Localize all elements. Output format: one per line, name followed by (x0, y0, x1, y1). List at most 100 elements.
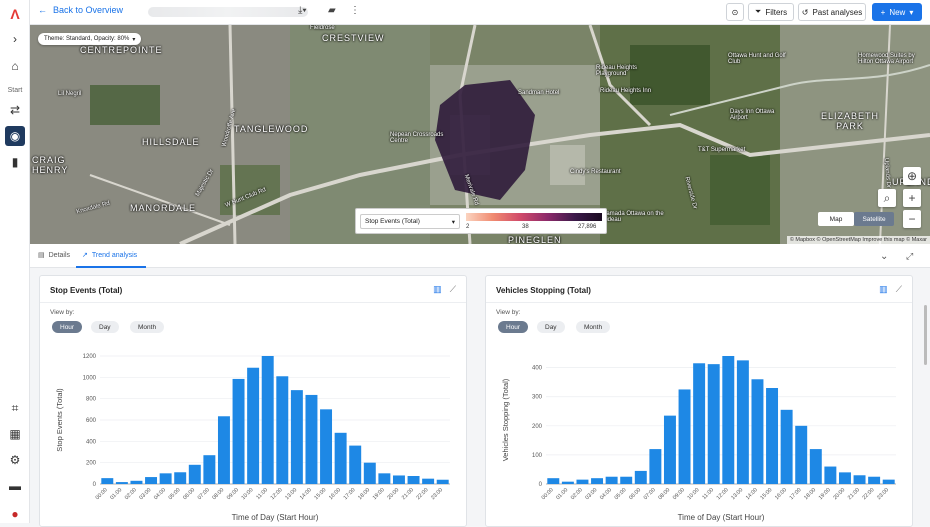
crop-icon[interactable]: ⌗ (5, 398, 25, 418)
bar-chart-icon[interactable]: ▥ (879, 284, 888, 295)
more-vertical-icon[interactable]: ⋮ (350, 5, 360, 16)
bar (422, 478, 435, 484)
month-chip[interactable]: Month (576, 321, 611, 333)
back-to-overview-link[interactable]: ← Back to Overview (38, 5, 123, 15)
metric-select[interactable]: Stop Events (Total) ▾ (360, 214, 460, 229)
bar (605, 476, 618, 484)
x-tick-label: 14:00 (745, 487, 759, 501)
y-tick-label: 1200 (83, 354, 97, 360)
x-tick-label: 08:00 (657, 487, 671, 501)
bar (378, 473, 391, 484)
user-settings-icon[interactable]: ⚙ (5, 450, 25, 470)
panel-tabs: ▤ Details ↗ Trend analysis ⌄ ⤢ (30, 244, 930, 268)
top-toolbar: ← Back to Overview ⤓▾ ▰ ⋮ ⊙ ⏷ Filters ↺ … (30, 0, 930, 25)
x-axis-label: Time of Day (Start Hour) (232, 513, 319, 522)
home-icon[interactable]: ⌂ (5, 56, 25, 76)
building-icon[interactable]: ▦ (5, 424, 25, 444)
hour-chip[interactable]: Hour (498, 321, 529, 333)
search-icon[interactable]: ⌕ (878, 189, 896, 207)
collapse-chevron-icon[interactable]: ⌄ (880, 251, 888, 262)
bar (407, 476, 420, 484)
satellite-view-button[interactable]: Satellite (854, 212, 894, 226)
month-chip[interactable]: Month (130, 321, 165, 333)
route-icon[interactable]: ⇄ (5, 100, 25, 120)
x-tick-label: 19:00 (372, 487, 386, 501)
x-tick-label: 05:00 (614, 487, 628, 501)
bar (363, 462, 376, 484)
x-tick-label: 03:00 (584, 487, 598, 501)
map-attribution[interactable]: © Mapbox © OpenStreetMap Improve this ma… (786, 236, 930, 244)
bar (203, 455, 216, 484)
legend-mid: 38 (522, 224, 529, 230)
tab-details[interactable]: ▤ Details (38, 251, 70, 260)
map-label: Ottawa Hunt and Golf Club (728, 53, 786, 65)
new-button[interactable]: + New ▾ (872, 3, 922, 21)
bar (780, 409, 793, 484)
x-tick-label: 10:00 (241, 487, 255, 501)
line-chart-icon[interactable]: ⟋ (896, 284, 902, 295)
book-icon[interactable]: ▬ (5, 476, 25, 496)
app-logo-icon[interactable]: Λ (5, 4, 25, 24)
bar (276, 376, 289, 484)
filters-button[interactable]: ⏷ Filters (748, 3, 794, 21)
divider (40, 302, 466, 303)
trend-icon: ↗ (82, 252, 88, 259)
bar-chart-icon[interactable]: ▥ (433, 284, 442, 295)
traffic-light-icon[interactable]: ▮ (5, 152, 25, 172)
page-scrollbar[interactable] (924, 305, 927, 365)
day-chip[interactable]: Day (537, 321, 565, 333)
x-tick-label: 02:00 (570, 487, 584, 501)
x-tick-label: 22:00 (416, 487, 430, 501)
x-tick-label: 22:00 (862, 487, 876, 501)
locate-icon[interactable]: ⊕ (903, 167, 921, 185)
x-tick-label: 16:00 (774, 487, 788, 501)
x-tick-label: 13:00 (730, 487, 744, 501)
past-analyses-button[interactable]: ↺ Past analyses (798, 3, 866, 21)
bar (305, 394, 318, 484)
x-tick-label: 02:00 (124, 487, 138, 501)
bar (663, 415, 676, 484)
bar (561, 481, 574, 484)
tag-icon[interactable]: ▰ (328, 5, 336, 16)
history-icon: ↺ (801, 7, 809, 17)
map-label: Nepean Crossroads Centre (390, 132, 444, 144)
map-view-button[interactable]: Map (818, 212, 854, 226)
bar (809, 449, 822, 484)
vehicles-stopping-card: Vehicles Stopping (Total) ▥ ⟋ View by: H… (485, 275, 913, 527)
x-tick-label: 23:00 (876, 487, 890, 501)
satellite-map[interactable]: Theme: Standard, Opacity: 80% ▾ CENTREPO… (30, 25, 930, 244)
expand-icon[interactable]: ⤢ (906, 251, 913, 262)
plus-icon: + (880, 7, 886, 17)
expand-chevron-icon[interactable]: › (5, 29, 25, 49)
vehicles-stopping-chart: 0 100 200 300 400 00:00 01:00 02:00 03:00 04:00 05… (501, 356, 896, 522)
tab-trend-analysis[interactable]: ↗ Trend analysis (82, 251, 137, 260)
bar (736, 360, 749, 484)
bar (547, 478, 560, 484)
bar (392, 475, 405, 484)
y-tick-label: 800 (86, 397, 97, 403)
x-tick-label: 07:00 (643, 487, 657, 501)
theme-dropdown[interactable]: Theme: Standard, Opacity: 80% ▾ (38, 33, 142, 45)
heatmap-legend: Stop Events (Total) ▾ 2 38 27,896 (355, 208, 607, 234)
x-tick-label: 06:00 (628, 487, 642, 501)
bar (115, 482, 128, 484)
card-title: Stop Events (Total) (50, 286, 123, 295)
line-chart-icon[interactable]: ⟋ (450, 284, 456, 295)
x-axis-label: Time of Day (Start Hour) (678, 513, 765, 522)
x-tick-label: 15:00 (313, 487, 327, 501)
x-tick-label: 17:00 (343, 487, 357, 501)
map-label: PINEGLEN (508, 235, 562, 244)
x-tick-label: 06:00 (182, 487, 196, 501)
zoom-in-button[interactable]: + (903, 189, 921, 207)
day-chip[interactable]: Day (91, 321, 119, 333)
location-button[interactable]: ⊙ (726, 3, 744, 21)
profile-icon[interactable]: ● (5, 504, 25, 524)
zoom-out-button[interactable]: − (903, 210, 921, 228)
bar (693, 363, 706, 484)
x-tick-label: 12:00 (716, 487, 730, 501)
blurred-title (148, 7, 308, 17)
hour-chip[interactable]: Hour (52, 321, 83, 333)
bar (838, 472, 851, 484)
location-pin-icon[interactable]: ◉ (5, 126, 25, 146)
download-icon[interactable]: ⤓▾ (298, 5, 307, 16)
